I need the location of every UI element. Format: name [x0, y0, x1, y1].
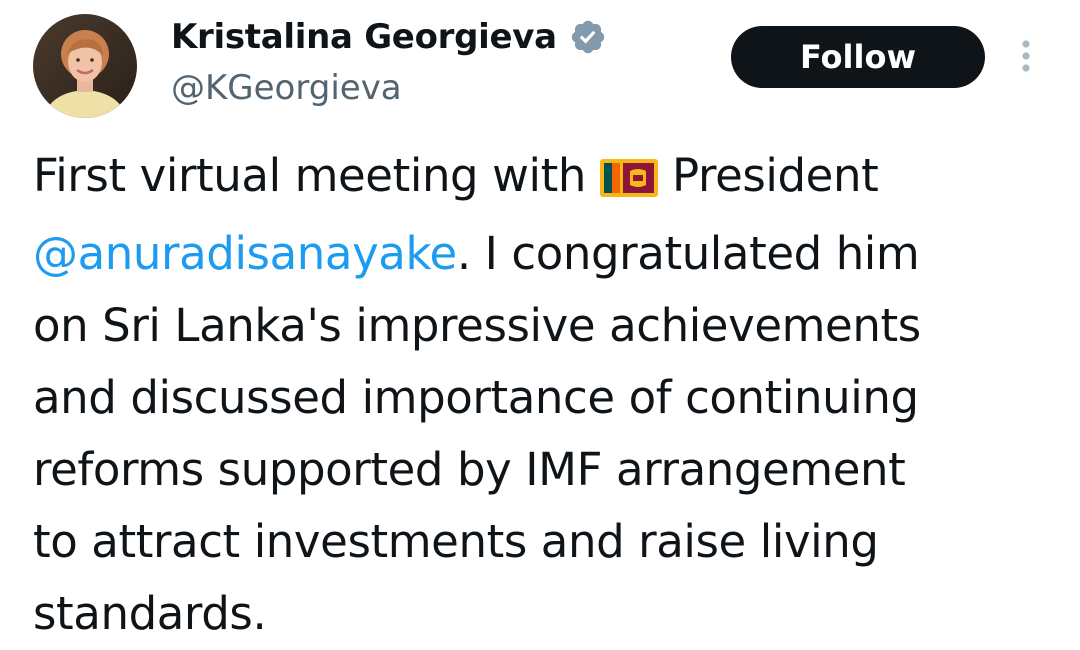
author-name-row: Kristalina Georgieva	[171, 12, 607, 62]
display-name[interactable]: Kristalina Georgieva	[171, 17, 557, 57]
tweet-line-5: reforms supported by IMF arrangement	[33, 443, 906, 496]
tweet-line-3: on Sri Lanka's impressive achievements	[33, 299, 921, 352]
tweet-line-2: @anuradisanayake. I congratulated him	[33, 218, 1063, 290]
tweet-text: First virtual meeting with President @an…	[33, 140, 1063, 650]
avatar[interactable]	[33, 14, 137, 118]
follow-button[interactable]: Follow	[731, 26, 985, 88]
tweet-line-7: standards.	[33, 587, 267, 640]
more-vertical-icon[interactable]	[1012, 38, 1040, 78]
tweet-text-segment: First virtual meeting with	[33, 149, 587, 202]
tweet-text-segment: . I congratulated him	[456, 227, 920, 280]
tweet-text-segment: President	[672, 149, 879, 202]
sri-lanka-flag-icon	[600, 146, 659, 218]
mention-link[interactable]: @anuradisanayake	[33, 227, 457, 280]
tweet-line-4: and discussed importance of continuing	[33, 371, 919, 424]
tweet-line-6: to attract investments and raise living	[33, 515, 879, 568]
handle[interactable]: @KGeorgieva	[171, 68, 402, 108]
verified-badge-icon[interactable]	[569, 18, 607, 56]
tweet-line-1: First virtual meeting with President	[33, 140, 1063, 218]
avatar-image	[33, 14, 137, 118]
